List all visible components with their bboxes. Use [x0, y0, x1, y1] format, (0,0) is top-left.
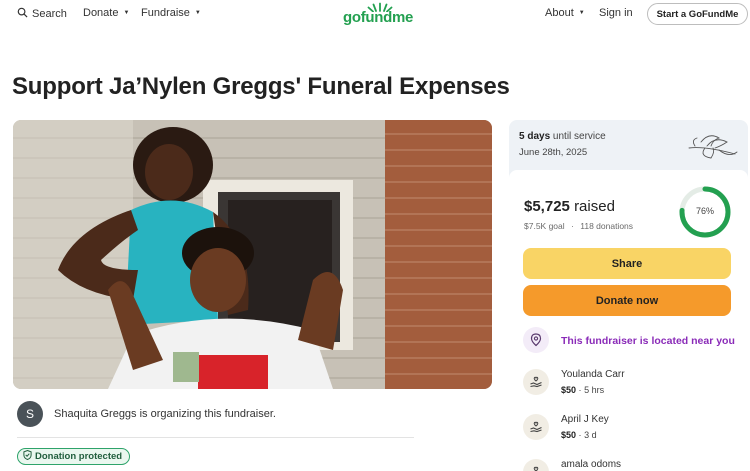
search-icon	[17, 7, 28, 21]
donor-name: Youlanda Carr	[561, 369, 625, 380]
caret-down-icon: ▼	[578, 10, 585, 16]
donor-item: Youlanda Carr $50 · 5 hrs	[523, 369, 743, 403]
donation-hand-icon	[523, 369, 549, 395]
donate-menu[interactable]: Donate ▼	[83, 7, 129, 19]
donor-amount: $50	[561, 430, 577, 440]
search-label: Search	[32, 8, 67, 20]
share-button[interactable]: Share	[523, 248, 731, 279]
donor-meta: $50 · 5 hrs	[561, 385, 604, 395]
lily-icon	[688, 135, 738, 159]
goal-label: $7.5K goal	[524, 221, 565, 231]
location-pin-icon	[523, 327, 549, 353]
service-date: June 28th, 2025	[519, 147, 588, 158]
days-until-service: 5 days until service	[519, 131, 606, 142]
donate-now-button[interactable]: Donate now	[523, 285, 731, 316]
donor-name: amala odoms	[561, 459, 622, 470]
donation-protected-label: Donation protected	[35, 451, 123, 462]
progress-percent: 76%	[695, 206, 714, 216]
donations-count: 118 donations	[580, 221, 634, 231]
search-link[interactable]: Search	[17, 7, 67, 21]
near-you-label[interactable]: This fundraiser is located near you	[561, 335, 735, 347]
divider	[17, 437, 414, 438]
page-title: Support Ja’Nylen Greggs' Funeral Expense…	[12, 73, 510, 100]
gofundme-logo[interactable]: gofundme	[343, 2, 415, 26]
fundraise-menu-label: Fundraise	[141, 7, 190, 19]
caret-down-icon: ▼	[194, 10, 201, 16]
donation-hand-icon	[523, 414, 549, 440]
donor-time: 5 hrs	[584, 385, 605, 395]
organizer-text: Shaquita Greggs is organizing this fundr…	[54, 408, 276, 420]
goal-meta: $7.5K goal · 118 donations	[524, 221, 633, 231]
donation-sidebar: 5 days until service June 28th, 2025 $5,…	[509, 120, 748, 471]
days-suffix: until service	[552, 131, 606, 142]
top-nav: Search Donate ▼ Fundraise ▼ gofundme Abo…	[0, 0, 750, 30]
donation-card: $5,725 raised $7.5K goal · 118 donations…	[509, 170, 748, 471]
raised-label: raised	[574, 198, 615, 215]
shield-icon	[23, 449, 32, 463]
logo-text: gofundme	[343, 9, 414, 26]
start-gofundme-button[interactable]: Start a GoFundMe	[647, 3, 748, 25]
campaign-photo[interactable]	[13, 120, 492, 389]
donor-item: April J Key $50 · 3 d	[523, 414, 743, 448]
donor-name: April J Key	[561, 414, 609, 425]
about-menu-label: About	[545, 7, 574, 19]
meta-separator: ·	[571, 221, 574, 231]
campaign-photo-illustration	[13, 120, 492, 389]
donor-amount: $50	[561, 385, 577, 395]
raised-value: $5,725	[524, 198, 570, 215]
donor-separator: ·	[578, 430, 582, 440]
donation-protected-badge[interactable]: Donation protected	[17, 448, 131, 465]
sign-in-link[interactable]: Sign in	[599, 7, 633, 19]
caret-down-icon: ▼	[123, 10, 130, 16]
sign-in-label: Sign in	[599, 7, 633, 19]
service-countdown: 5 days until service June 28th, 2025	[509, 120, 748, 170]
donate-menu-label: Donate	[83, 7, 119, 19]
days-value: 5 days	[519, 131, 551, 142]
fundraise-menu[interactable]: Fundraise ▼	[141, 7, 201, 19]
donor-meta: $50 · 3 d	[561, 430, 597, 440]
organizer-avatar[interactable]: S	[17, 401, 43, 427]
about-menu[interactable]: About ▼	[545, 7, 585, 19]
donor-separator: ·	[578, 385, 582, 395]
donor-item: amala odoms	[523, 459, 743, 471]
raised-amount: $5,725 raised	[524, 198, 615, 215]
donor-time: 3 d	[584, 430, 597, 440]
donation-hand-icon	[523, 459, 549, 471]
